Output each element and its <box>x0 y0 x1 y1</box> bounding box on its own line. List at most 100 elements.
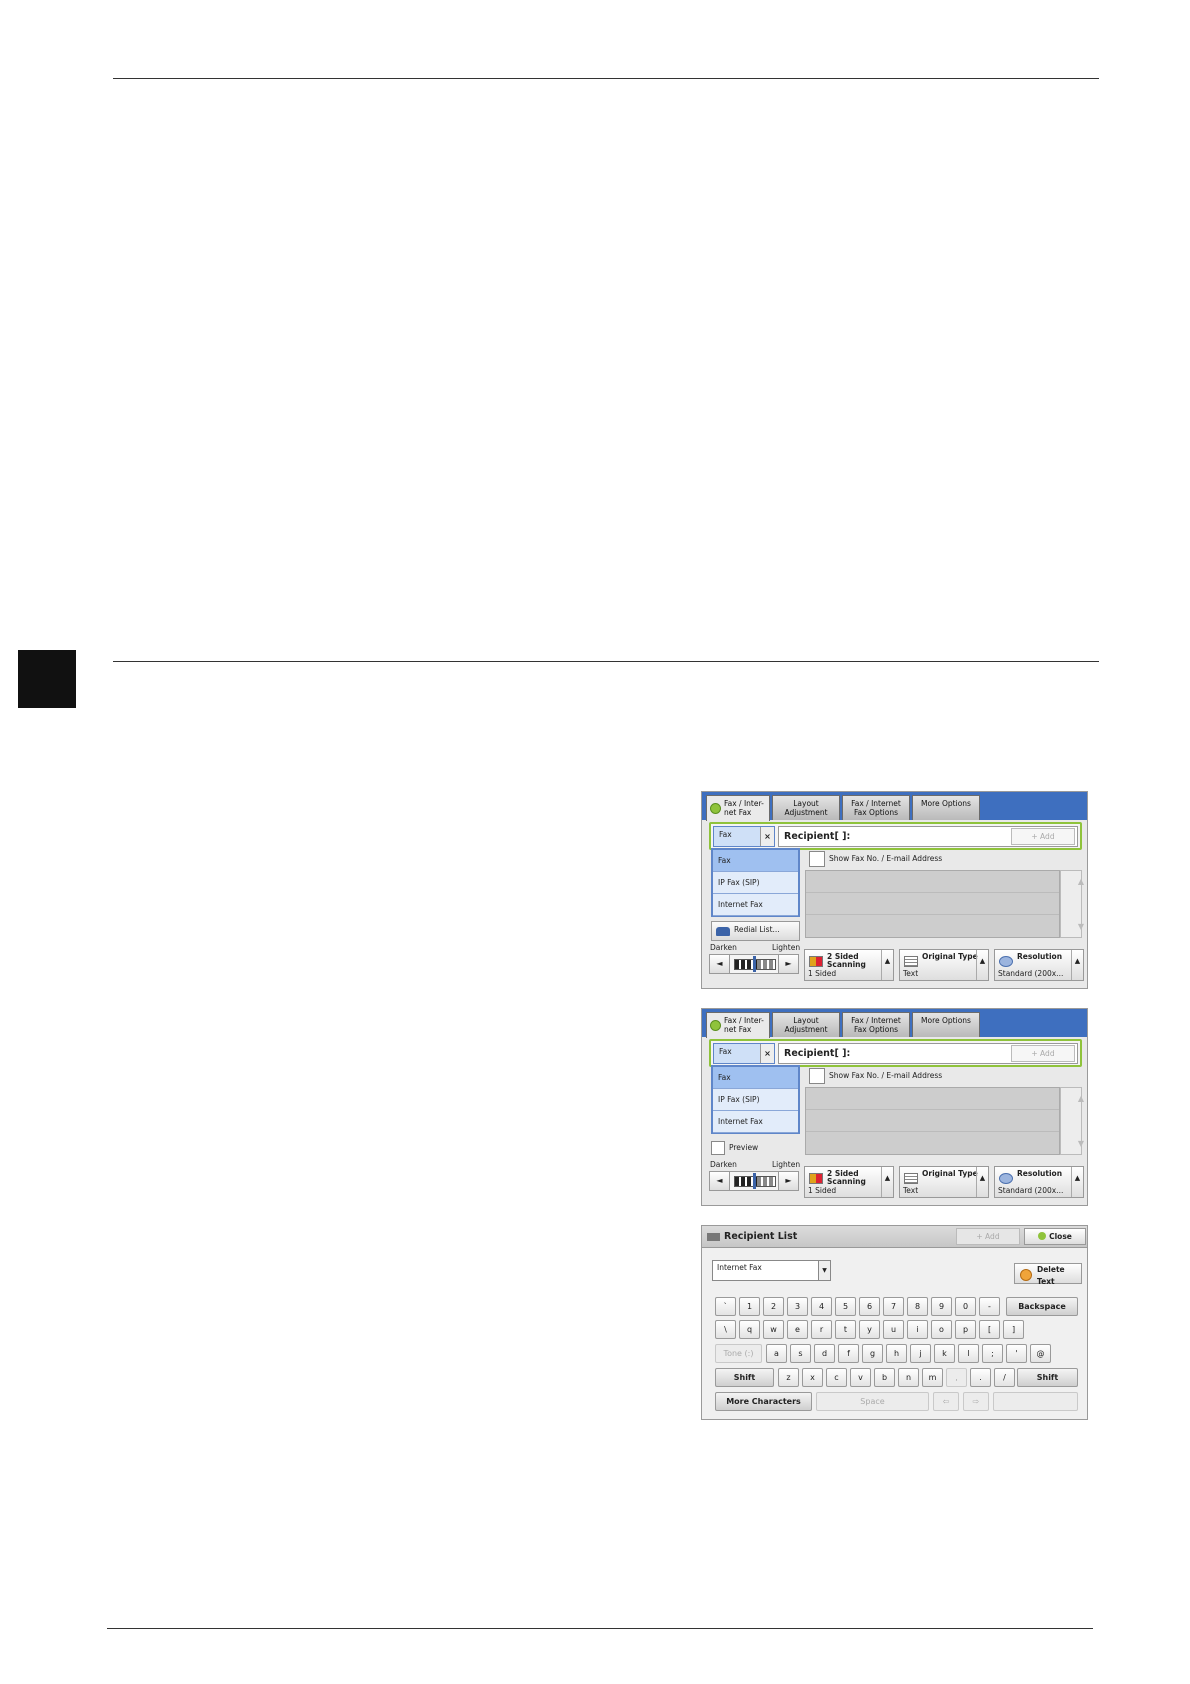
tab-more-options[interactable]: More Options <box>912 795 980 820</box>
recipient-field[interactable]: Recipient[ ]: + Add <box>778 826 1078 847</box>
arrow-down-icon[interactable]: ▼ <box>1071 922 1087 931</box>
tab-fax-internet-fax[interactable]: Fax / Inter- net Fax <box>706 795 770 821</box>
key[interactable]: 4 <box>811 1297 832 1316</box>
key[interactable]: @ <box>1030 1344 1051 1363</box>
key[interactable]: h <box>886 1344 907 1363</box>
backspace-key[interactable]: Backspace <box>1006 1297 1078 1316</box>
show-fax-checkbox[interactable]: Show Fax No. / E-mail Address <box>809 851 942 867</box>
redial-list-button[interactable]: Redial List... <box>711 921 800 941</box>
shift-right-key[interactable]: Shift <box>1017 1368 1078 1387</box>
list-item-internet-fax[interactable]: Internet Fax <box>713 1111 798 1133</box>
arrow-up-icon[interactable]: ▲ <box>1071 950 1083 980</box>
tab-fax-internet-fax[interactable]: Fax / Inter- net Fax <box>706 1012 770 1038</box>
arrow-left-icon[interactable]: ◄ <box>710 955 730 973</box>
key[interactable]: ; <box>982 1344 1003 1363</box>
tab-fax-options[interactable]: Fax / Internet Fax Options <box>842 795 910 820</box>
key[interactable]: 1 <box>739 1297 760 1316</box>
fax-type-selector[interactable]: Fax × <box>713 1043 775 1064</box>
arrow-right-icon[interactable]: ► <box>778 1172 798 1190</box>
arrow-right-icon[interactable]: ⇨ <box>963 1392 989 1411</box>
key[interactable]: v <box>850 1368 871 1387</box>
tab-layout-adjustment[interactable]: Layout Adjustment <box>772 795 840 820</box>
key[interactable]: f <box>838 1344 859 1363</box>
list-item-ip-fax[interactable]: IP Fax (SIP) <box>713 1089 798 1111</box>
list-item-ip-fax[interactable]: IP Fax (SIP) <box>713 872 798 894</box>
key[interactable]: 9 <box>931 1297 952 1316</box>
key[interactable]: k <box>934 1344 955 1363</box>
add-button[interactable]: + Add <box>956 1228 1020 1245</box>
key[interactable]: ' <box>1006 1344 1027 1363</box>
key[interactable]: t <box>835 1320 856 1339</box>
two-sided-scanning-button[interactable]: 2 Sided Scanning 1 Sided ▲ <box>804 949 894 981</box>
close-icon[interactable]: × <box>760 1044 774 1063</box>
density-slider[interactable]: ◄ ► <box>709 954 799 974</box>
original-type-button[interactable]: Original Type Text ▲ <box>899 949 989 981</box>
shift-left-key[interactable]: Shift <box>715 1368 774 1387</box>
space-key[interactable]: Space <box>816 1392 929 1411</box>
show-fax-checkbox[interactable]: Show Fax No. / E-mail Address <box>809 1068 942 1084</box>
key[interactable]: \ <box>715 1320 736 1339</box>
arrow-left-icon[interactable]: ⇦ <box>933 1392 959 1411</box>
list-item-fax[interactable]: Fax <box>713 1067 798 1089</box>
key[interactable]: o <box>931 1320 952 1339</box>
scrollbar[interactable]: ▲ ▼ <box>1060 1087 1084 1155</box>
key[interactable]: a <box>766 1344 787 1363</box>
key[interactable]: y <box>859 1320 880 1339</box>
resolution-button[interactable]: Resolution Standard (200x... ▲ <box>994 1166 1084 1198</box>
arrow-up-icon[interactable]: ▲ <box>1071 1094 1087 1103</box>
key[interactable]: 8 <box>907 1297 928 1316</box>
list-item-internet-fax[interactable]: Internet Fax <box>713 894 798 916</box>
arrow-right-icon[interactable]: ► <box>778 955 798 973</box>
key[interactable]: c <box>826 1368 847 1387</box>
arrow-up-icon[interactable]: ▲ <box>976 950 988 980</box>
density-slider[interactable]: ◄ ► <box>709 1171 799 1191</box>
arrow-down-icon[interactable]: ▼ <box>1071 1139 1087 1148</box>
key[interactable]: s <box>790 1344 811 1363</box>
fax-type-selector[interactable]: Fax × <box>713 826 775 847</box>
arrow-up-icon[interactable]: ▲ <box>881 1167 893 1197</box>
tab-more-options[interactable]: More Options <box>912 1012 980 1037</box>
add-button[interactable]: + Add <box>1011 828 1075 845</box>
key[interactable]: ] <box>1003 1320 1024 1339</box>
delete-text-button[interactable]: Delete Text <box>1014 1263 1082 1286</box>
tab-fax-options[interactable]: Fax / Internet Fax Options <box>842 1012 910 1037</box>
close-icon[interactable]: × <box>760 827 774 846</box>
arrow-up-icon[interactable]: ▲ <box>1071 877 1087 886</box>
tone-key[interactable]: Tone (:) <box>715 1344 762 1363</box>
key[interactable]: 0 <box>955 1297 976 1316</box>
scrollbar[interactable]: ▲ ▼ <box>1060 870 1084 938</box>
key[interactable]: , <box>946 1368 967 1387</box>
more-characters-key[interactable]: More Characters <box>715 1392 812 1411</box>
arrow-up-icon[interactable]: ▲ <box>881 950 893 980</box>
key[interactable]: b <box>874 1368 895 1387</box>
key[interactable]: w <box>763 1320 784 1339</box>
list-item-fax[interactable]: Fax <box>713 850 798 872</box>
key[interactable]: p <box>955 1320 976 1339</box>
key[interactable]: ` <box>715 1297 736 1316</box>
key[interactable]: m <box>922 1368 943 1387</box>
key[interactable]: q <box>739 1320 760 1339</box>
key[interactable]: u <box>883 1320 904 1339</box>
key[interactable]: g <box>862 1344 883 1363</box>
key[interactable]: 2 <box>763 1297 784 1316</box>
arrow-up-icon[interactable]: ▲ <box>976 1167 988 1197</box>
arrow-up-icon[interactable]: ▲ <box>1071 1167 1083 1197</box>
key[interactable]: - <box>979 1297 1000 1316</box>
tab-layout-adjustment[interactable]: Layout Adjustment <box>772 1012 840 1037</box>
chevron-down-icon[interactable]: ▼ <box>818 1261 830 1280</box>
resolution-button[interactable]: Resolution Standard (200x... ▲ <box>994 949 1084 981</box>
recipient-field[interactable]: Recipient[ ]: + Add <box>778 1043 1078 1064</box>
preview-checkbox[interactable]: Preview <box>711 1138 800 1158</box>
key[interactable]: x <box>802 1368 823 1387</box>
key[interactable]: 6 <box>859 1297 880 1316</box>
key[interactable]: [ <box>979 1320 1000 1339</box>
address-type-select[interactable]: Internet Fax ▼ <box>712 1260 831 1281</box>
key[interactable]: . <box>970 1368 991 1387</box>
key[interactable]: l <box>958 1344 979 1363</box>
two-sided-scanning-button[interactable]: 2 Sided Scanning 1 Sided ▲ <box>804 1166 894 1198</box>
key[interactable]: r <box>811 1320 832 1339</box>
key[interactable]: d <box>814 1344 835 1363</box>
arrow-left-icon[interactable]: ◄ <box>710 1172 730 1190</box>
key[interactable]: 3 <box>787 1297 808 1316</box>
key[interactable]: 5 <box>835 1297 856 1316</box>
